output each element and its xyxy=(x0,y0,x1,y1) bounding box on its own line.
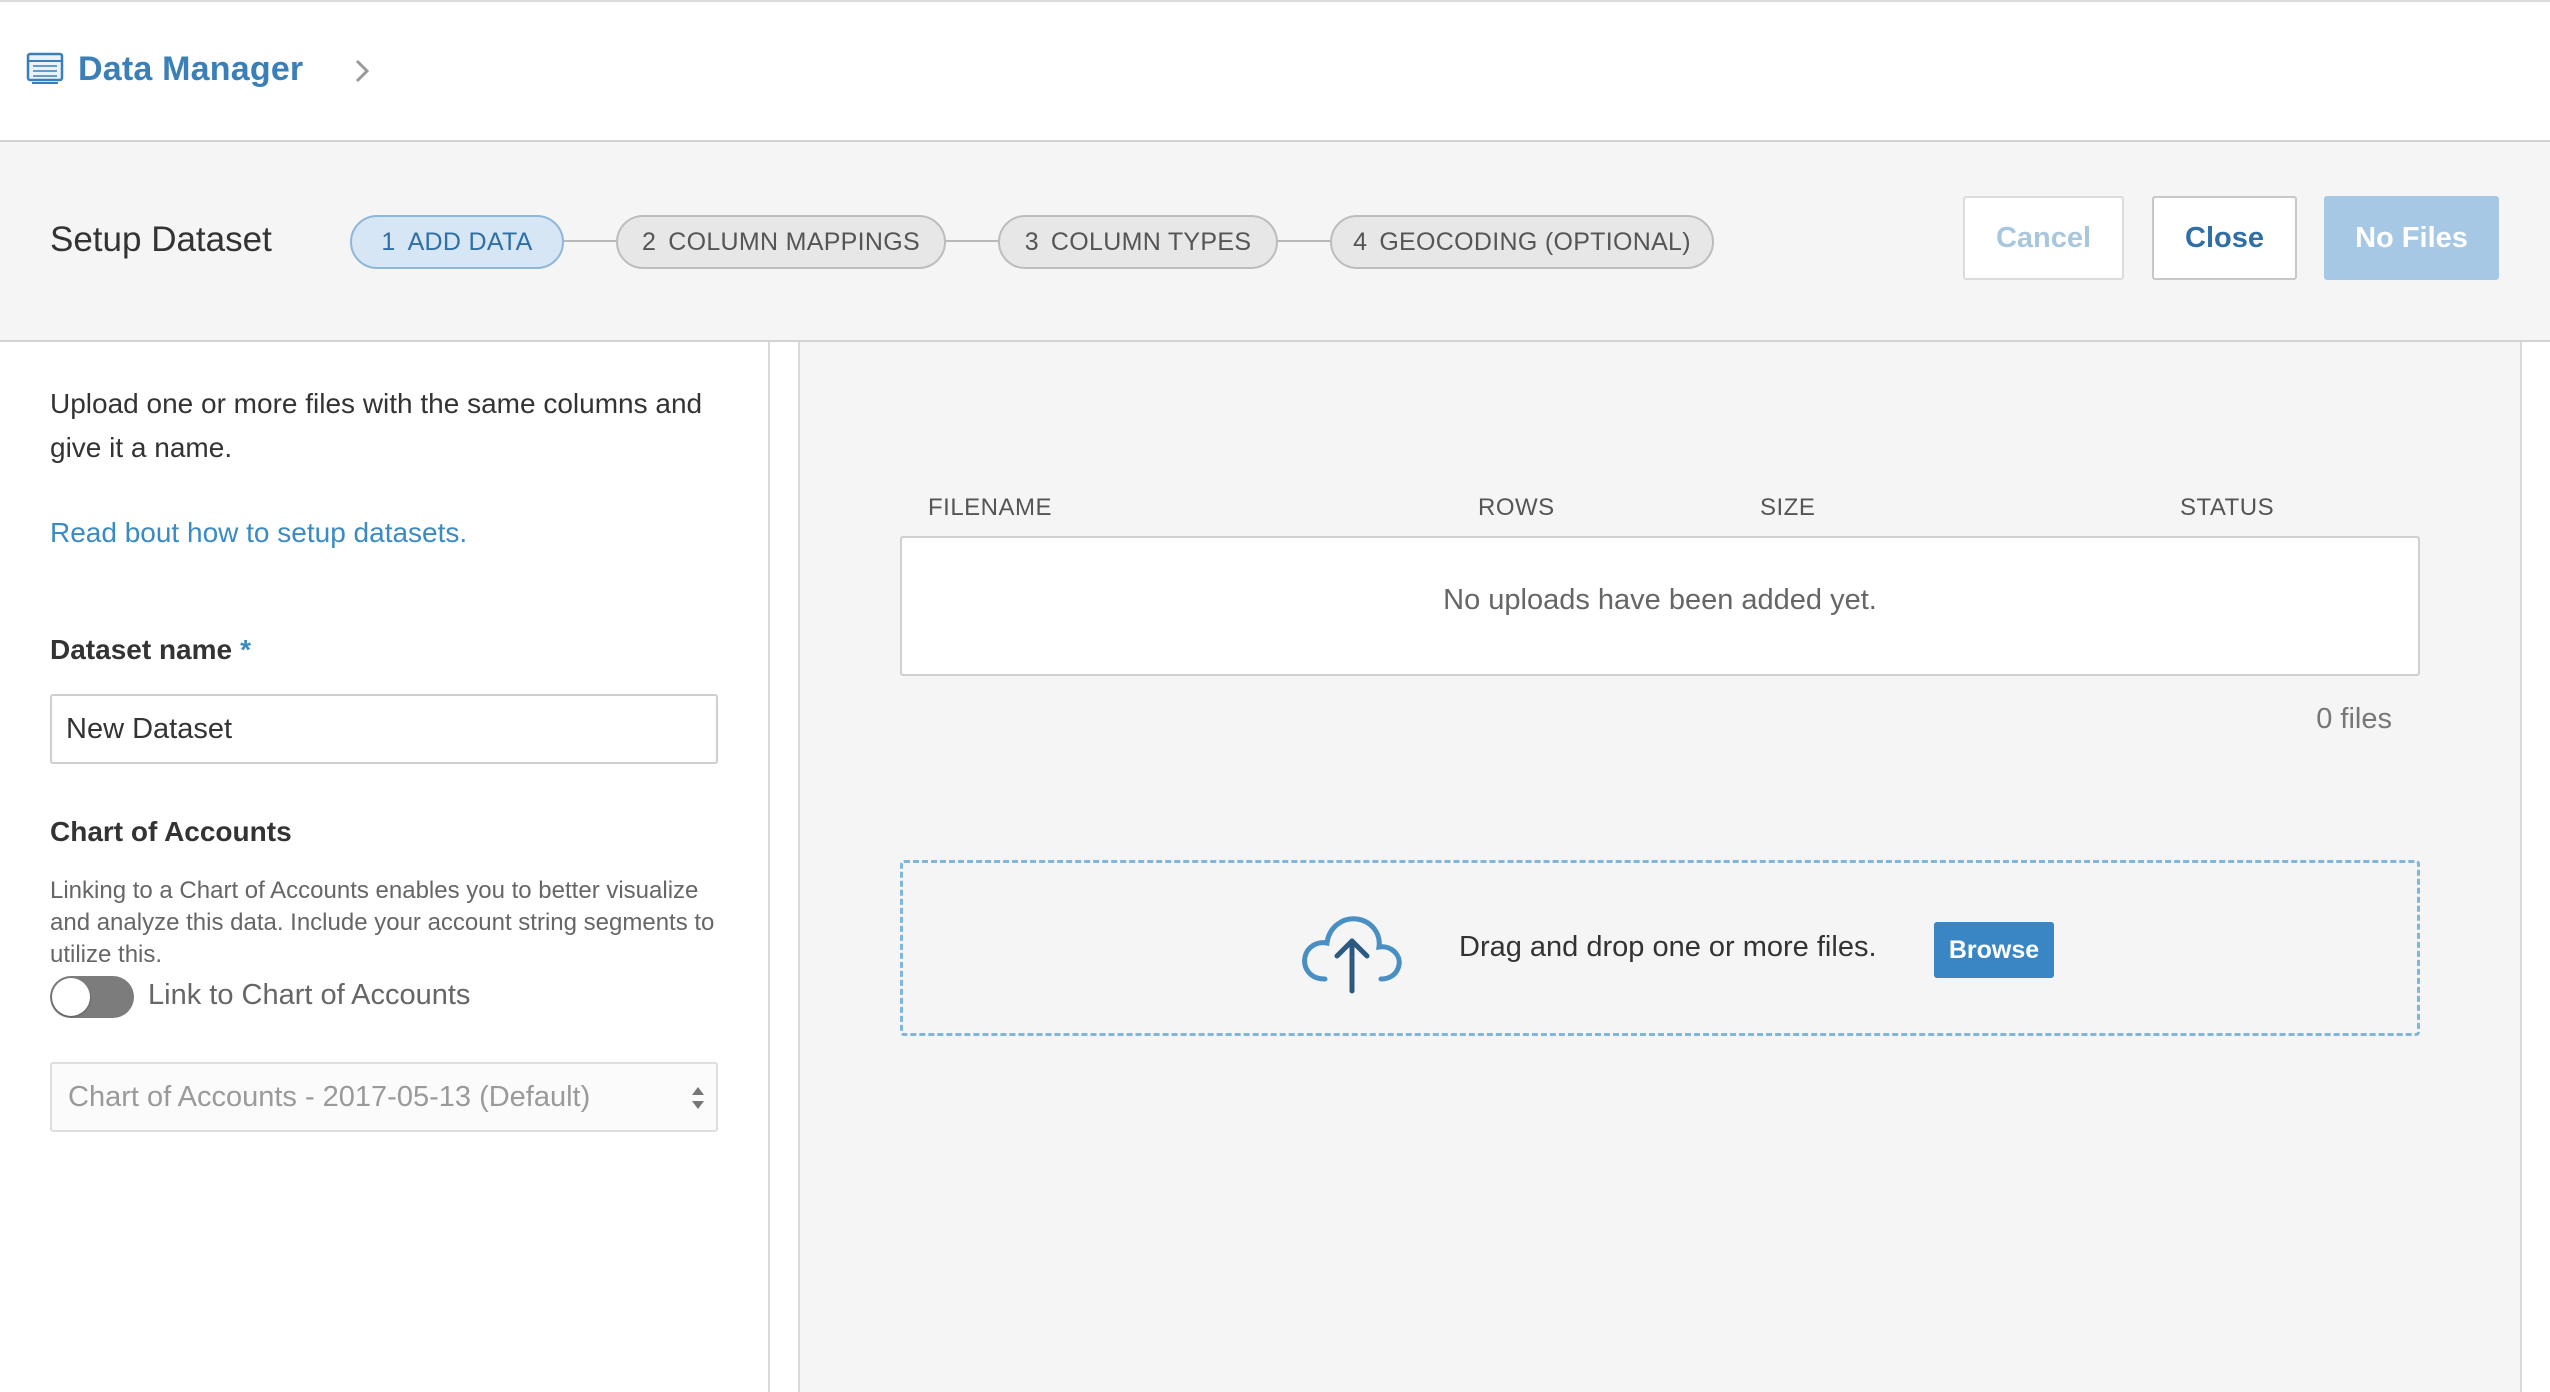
left-panel: Upload one or more files with the same c… xyxy=(0,342,770,1392)
intro-text: Upload one or more files with the same c… xyxy=(50,388,703,463)
chevron-right-icon xyxy=(355,59,370,83)
step-geocoding[interactable]: 4 GEOCODING (OPTIONAL) xyxy=(1330,215,1714,269)
step-number: 3 xyxy=(1024,228,1039,256)
link-coa-toggle[interactable] xyxy=(50,976,134,1018)
column-header-size: SIZE xyxy=(1760,494,1816,521)
step-column-mappings[interactable]: 2 COLUMN MAPPINGS xyxy=(616,215,946,269)
step-label: COLUMN TYPES xyxy=(1050,228,1252,256)
page-title: Setup Dataset xyxy=(50,220,272,259)
column-header-status: STATUS xyxy=(2180,494,2275,521)
no-files-button[interactable]: No Files xyxy=(2324,196,2499,280)
select-arrows-icon xyxy=(692,1087,704,1109)
cancel-button[interactable]: Cancel xyxy=(1963,196,2124,280)
step-add-data[interactable]: 1 ADD DATA xyxy=(350,215,564,269)
dataset-name-label-text: Dataset name xyxy=(50,634,233,665)
help-link[interactable]: Read bout how to setup datasets. xyxy=(50,517,467,549)
column-header-filename: FILENAME xyxy=(928,494,1053,521)
spreadsheet-icon xyxy=(26,52,64,84)
right-edge xyxy=(2520,342,2550,1392)
required-marker: * xyxy=(240,634,251,665)
dataset-name-input[interactable]: New Dataset xyxy=(50,694,718,764)
empty-message: No uploads have been added yet. xyxy=(1443,584,1877,616)
upload-panel: FILENAME ROWS SIZE STATUS No uploads hav… xyxy=(800,342,2520,1392)
step-label: ADD DATA xyxy=(407,228,533,256)
step-column-types[interactable]: 3 COLUMN TYPES xyxy=(998,215,1278,269)
file-count: 0 files xyxy=(2316,703,2392,735)
column-header-rows: ROWS xyxy=(1478,494,1555,521)
step-number: 2 xyxy=(642,228,657,256)
close-button[interactable]: Close xyxy=(2152,196,2297,280)
coa-select-value: Chart of Accounts - 2017-05-13 (Default) xyxy=(68,1081,591,1113)
step-connector xyxy=(562,240,618,242)
dataset-name-label: Dataset name * xyxy=(50,634,251,666)
uploads-table: No uploads have been added yet. xyxy=(900,536,2420,676)
dropzone-text: Drag and drop one or more files. xyxy=(1459,931,1877,963)
cloud-upload-icon xyxy=(1302,916,1402,994)
browse-button[interactable]: Browse xyxy=(1934,922,2054,978)
panel-gutter xyxy=(770,342,800,1392)
step-number: 1 xyxy=(381,228,396,256)
toggle-label: Link to Chart of Accounts xyxy=(148,979,471,1011)
top-bar: Data Manager xyxy=(0,0,2550,142)
wizard-header: Setup Dataset 1 ADD DATA 2 COLUMN MAPPINGS… xyxy=(0,142,2550,342)
toggle-knob xyxy=(52,978,90,1016)
step-label: COLUMN MAPPINGS xyxy=(668,228,920,256)
coa-title: Chart of Accounts xyxy=(50,816,292,847)
step-label: GEOCODING (OPTIONAL) xyxy=(1379,228,1691,256)
file-dropzone[interactable]: Drag and drop one or more files. Browse xyxy=(900,860,2420,1036)
step-number: 4 xyxy=(1353,228,1368,256)
coa-description: Linking to a Chart of Accounts enables y… xyxy=(50,877,715,968)
coa-select[interactable]: Chart of Accounts - 2017-05-13 (Default) xyxy=(50,1062,718,1132)
step-connector xyxy=(1276,240,1332,242)
step-connector xyxy=(944,240,1000,242)
app-title[interactable]: Data Manager xyxy=(78,50,303,89)
